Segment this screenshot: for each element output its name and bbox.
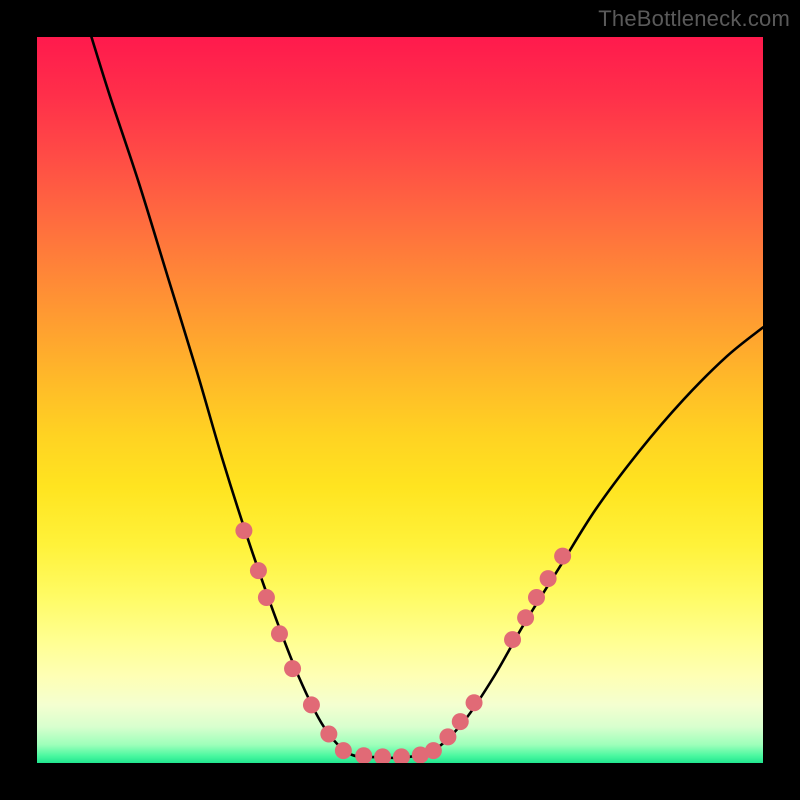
- data-dot: [504, 631, 521, 648]
- data-dot: [554, 548, 571, 565]
- data-dot: [284, 660, 301, 677]
- data-dot: [250, 562, 267, 579]
- data-dot: [258, 589, 275, 606]
- data-dot: [439, 728, 456, 745]
- data-dot: [355, 747, 372, 763]
- data-dot: [335, 742, 352, 759]
- data-dot: [320, 725, 337, 742]
- data-dot: [425, 742, 442, 759]
- data-dot: [452, 713, 469, 730]
- watermark-text: TheBottleneck.com: [598, 6, 790, 32]
- data-dot: [528, 589, 545, 606]
- data-dot: [393, 748, 410, 763]
- dots-layer: [37, 37, 763, 763]
- data-dot: [517, 609, 534, 626]
- data-dot: [303, 696, 320, 713]
- data-dot: [374, 748, 391, 763]
- data-dot: [235, 522, 252, 539]
- data-dot: [540, 570, 557, 587]
- data-dot: [271, 625, 288, 642]
- plot-area: [37, 37, 763, 763]
- data-dot: [466, 694, 483, 711]
- chart-frame: TheBottleneck.com: [0, 0, 800, 800]
